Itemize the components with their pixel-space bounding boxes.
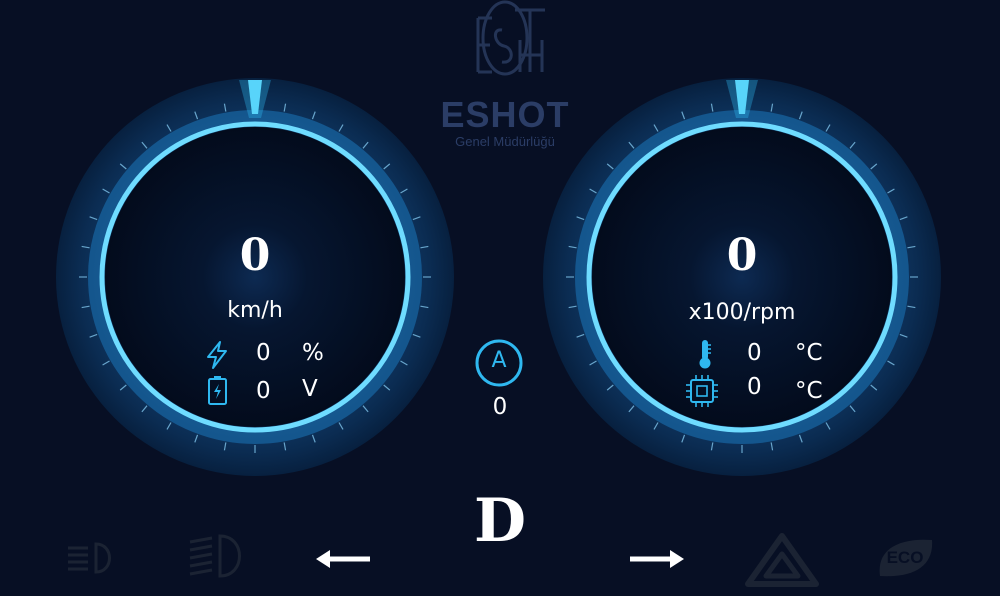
battery-percent-value: 0 [256, 340, 271, 366]
current-label: A [491, 348, 507, 373]
speed-gauge: 0 km/h 0 % 0 V [54, 76, 456, 478]
speed-unit: km/h [227, 298, 283, 323]
gear-indicator: D [473, 486, 527, 556]
voltage-unit: V [302, 376, 318, 402]
high-beam-icon [189, 534, 241, 578]
voltage-value: 0 [256, 378, 271, 404]
thermometer-icon [699, 340, 711, 369]
chip-icon [686, 375, 718, 407]
rpm-value: 0 [726, 230, 758, 281]
current-indicator: A [472, 336, 526, 390]
controller-temp-row: 0 °C [685, 374, 841, 407]
battery-percent-unit: % [302, 340, 324, 366]
lightning-icon [207, 341, 227, 369]
controller-temp-unit: °C [795, 378, 823, 404]
coolant-temp-row: 0 °C [691, 338, 841, 370]
speed-value: 0 [239, 230, 271, 281]
coolant-temp-unit: °C [795, 340, 823, 366]
right-turn-signal-icon [630, 550, 684, 568]
current-value: 0 [492, 394, 508, 420]
coolant-temp-value: 0 [747, 340, 762, 366]
rpm-gauge: 0 x100/rpm 0 °C 0 °C [541, 76, 943, 478]
rpm-unit: x100/rpm [688, 300, 796, 325]
controller-temp-value: 0 [747, 374, 762, 400]
left-turn-signal-icon [316, 550, 370, 568]
eco-label: ECO [886, 548, 924, 567]
battery-icon [208, 376, 227, 405]
voltage-row: 0 V [204, 374, 344, 406]
battery-percent-row: 0 % [204, 338, 344, 370]
eco-mode-indicator: ECO [874, 536, 936, 580]
hazard-warning-icon [745, 533, 819, 587]
low-beam-icon [68, 542, 111, 574]
